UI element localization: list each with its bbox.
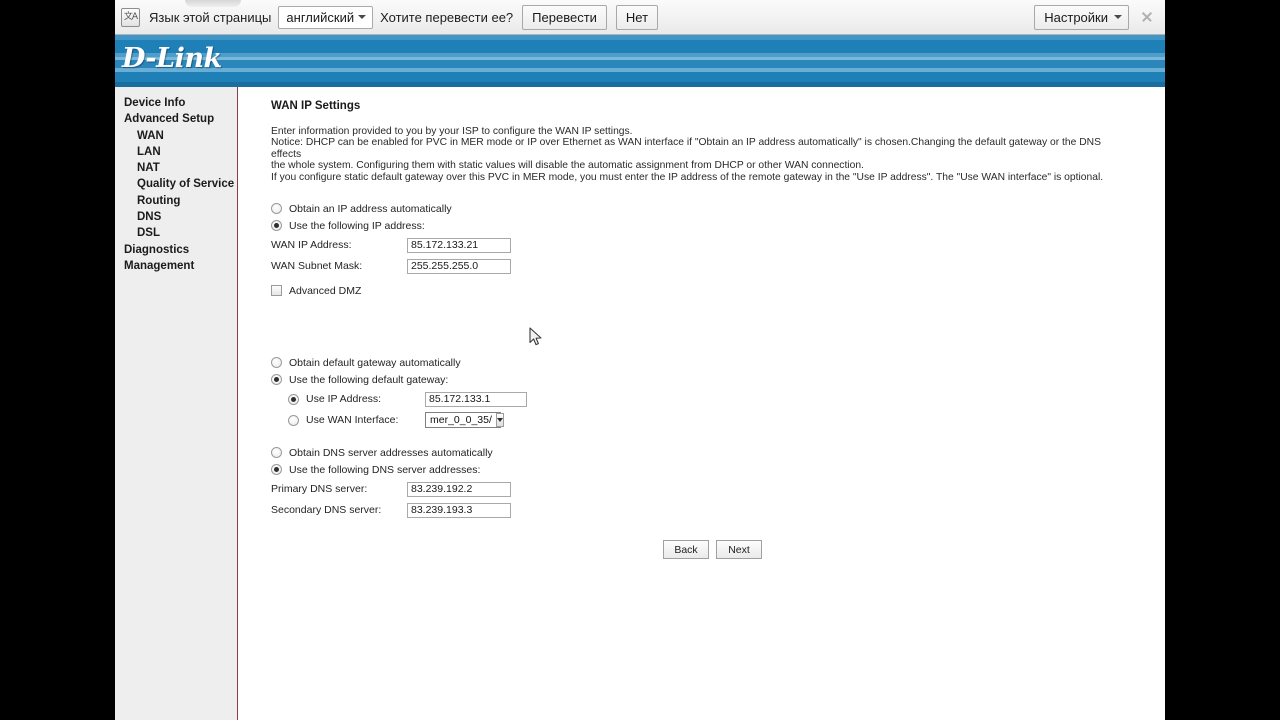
radio-icon[interactable] [271,447,282,459]
browser-window: 文A Язык этой страницы английский Хотите … [115,0,1165,720]
radio-icon[interactable] [288,414,299,426]
radio-icon[interactable] [271,357,282,369]
use-following-gateway-option[interactable]: Use the following default gateway: [271,372,1165,387]
use-wan-interface-label: Use WAN Interface: [306,414,399,427]
description-line-3: the whole system. Configuring them with … [271,160,864,172]
radio-icon-selected[interactable] [288,393,299,405]
sidebar-item-advanced-setup[interactable]: Advanced Setup [115,111,237,127]
sidebar-item-management[interactable]: Management [115,258,237,274]
default-gateway-section: Obtain default gateway automatically Use… [271,355,1165,430]
dlink-banner: D-Link [115,35,1165,87]
tab-notch [185,0,241,7]
primary-dns-row: Primary DNS server: 83.239.192.2 [271,479,1165,499]
use-following-dns-label: Use the following DNS server addresses: [289,463,481,476]
primary-dns-input[interactable]: 83.239.192.2 [407,481,511,497]
radio-icon-selected[interactable] [271,374,282,386]
wan-subnet-mask-row: WAN Subnet Mask: 255.255.255.0 [271,256,1165,276]
obtain-gateway-automatically-option[interactable]: Obtain default gateway automatically [271,355,1165,370]
radio-icon[interactable] [271,203,282,215]
use-ip-address-row: Use IP Address: 85.172.133.1 [271,389,1165,409]
page-title: WAN IP Settings [271,100,361,112]
translate-settings-button[interactable]: Настройки [1034,4,1129,30]
sidebar-item-dns[interactable]: DNS [115,209,237,225]
sidebar-item-diagnostics[interactable]: Diagnostics [115,242,237,258]
sidebar: Device Info Advanced Setup WAN LAN NAT Q… [115,87,238,720]
obtain-ip-automatically-option[interactable]: Obtain an IP address automatically [271,201,1165,216]
obtain-dns-automatically-label: Obtain DNS server addresses automaticall… [289,446,493,459]
content-area: WAN IP Settings Enter information provid… [238,87,1165,720]
screen: 文A Язык этой страницы английский Хотите … [0,0,1280,720]
sidebar-item-nat[interactable]: NAT [115,160,237,176]
advanced-dmz-row[interactable]: Advanced DMZ [271,283,1165,298]
wan-ip-address-row: WAN IP Address: 85.172.133.21 [271,235,1165,255]
sidebar-item-device-info[interactable]: Device Info [115,95,237,111]
use-ip-address-label: Use IP Address: [306,393,382,406]
chevron-down-icon [358,15,367,19]
advanced-dmz-label: Advanced DMZ [289,284,362,297]
wan-ip-section: Obtain an IP address automatically Use t… [271,201,1165,298]
sidebar-item-wan[interactable]: WAN [115,128,237,144]
description-line-4: If you configure static default gateway … [271,171,1104,183]
page-body: Device Info Advanced Setup WAN LAN NAT Q… [115,87,1165,720]
wan-interface-select-value: mer_0_0_35/ [430,414,492,427]
language-select[interactable]: английский [278,5,374,29]
radio-icon-selected[interactable] [271,220,282,232]
description-line-1: Enter information provided to you by you… [271,126,633,137]
wan-subnet-mask-label: WAN Subnet Mask: [271,260,363,273]
translate-button[interactable]: Перевести [522,4,607,30]
secondary-dns-row: Secondary DNS server: 83.239.193.3 [271,500,1165,520]
sidebar-item-routing[interactable]: Routing [115,193,237,209]
dns-section: Obtain DNS server addresses automaticall… [271,445,1165,520]
wan-interface-select[interactable]: mer_0_0_35/ [425,412,504,429]
chevron-down-icon[interactable] [495,413,504,428]
use-following-ip-label: Use the following IP address: [289,219,425,232]
obtain-ip-automatically-label: Obtain an IP address automatically [289,202,452,215]
close-infobar-icon[interactable] [1140,10,1154,24]
use-ip-address-input[interactable]: 85.172.133.1 [425,391,527,407]
wan-ip-address-input[interactable]: 85.172.133.21 [407,237,511,253]
use-following-ip-option[interactable]: Use the following IP address: [271,218,1165,233]
checkbox-icon[interactable] [271,285,282,297]
description-line-2: Notice: DHCP can be enabled for PVC in M… [271,137,1101,160]
use-following-gateway-label: Use the following default gateway: [289,373,449,386]
back-button[interactable]: Back [663,540,709,560]
next-button[interactable]: Next [716,540,762,560]
description-text: Enter information provided to you by you… [271,126,1131,183]
radio-icon-selected[interactable] [271,464,282,476]
sidebar-item-lan[interactable]: LAN [115,144,237,160]
translate-prompt-label: Язык этой страницы [149,9,272,25]
translate-settings-label: Настройки [1044,9,1108,25]
wan-subnet-mask-input[interactable]: 255.255.255.0 [407,258,511,274]
secondary-dns-input[interactable]: 83.239.193.3 [407,502,511,518]
form-buttons: Back Next [663,540,1165,560]
translate-infobar: 文A Язык этой страницы английский Хотите … [115,0,1165,35]
chevron-down-icon [1114,15,1122,19]
decline-translate-button[interactable]: Нет [615,4,659,30]
dlink-logo: D-Link [122,43,222,74]
obtain-dns-automatically-option[interactable]: Obtain DNS server addresses automaticall… [271,445,1165,460]
infobar-right-controls: Настройки [1034,4,1157,30]
wan-ip-address-label: WAN IP Address: [271,239,352,252]
use-following-dns-option[interactable]: Use the following DNS server addresses: [271,462,1165,477]
translate-question-label: Хотите перевести ее? [380,9,514,25]
translate-icon: 文A [121,7,140,27]
sidebar-item-quality-of-service[interactable]: Quality of Service [115,176,237,192]
language-select-value: английский [286,9,355,25]
obtain-gateway-automatically-label: Obtain default gateway automatically [289,356,461,369]
use-wan-interface-row: Use WAN Interface: mer_0_0_35/ [271,410,1165,430]
primary-dns-label: Primary DNS server: [271,483,368,496]
secondary-dns-label: Secondary DNS server: [271,504,382,517]
sidebar-item-dsl[interactable]: DSL [115,225,237,241]
